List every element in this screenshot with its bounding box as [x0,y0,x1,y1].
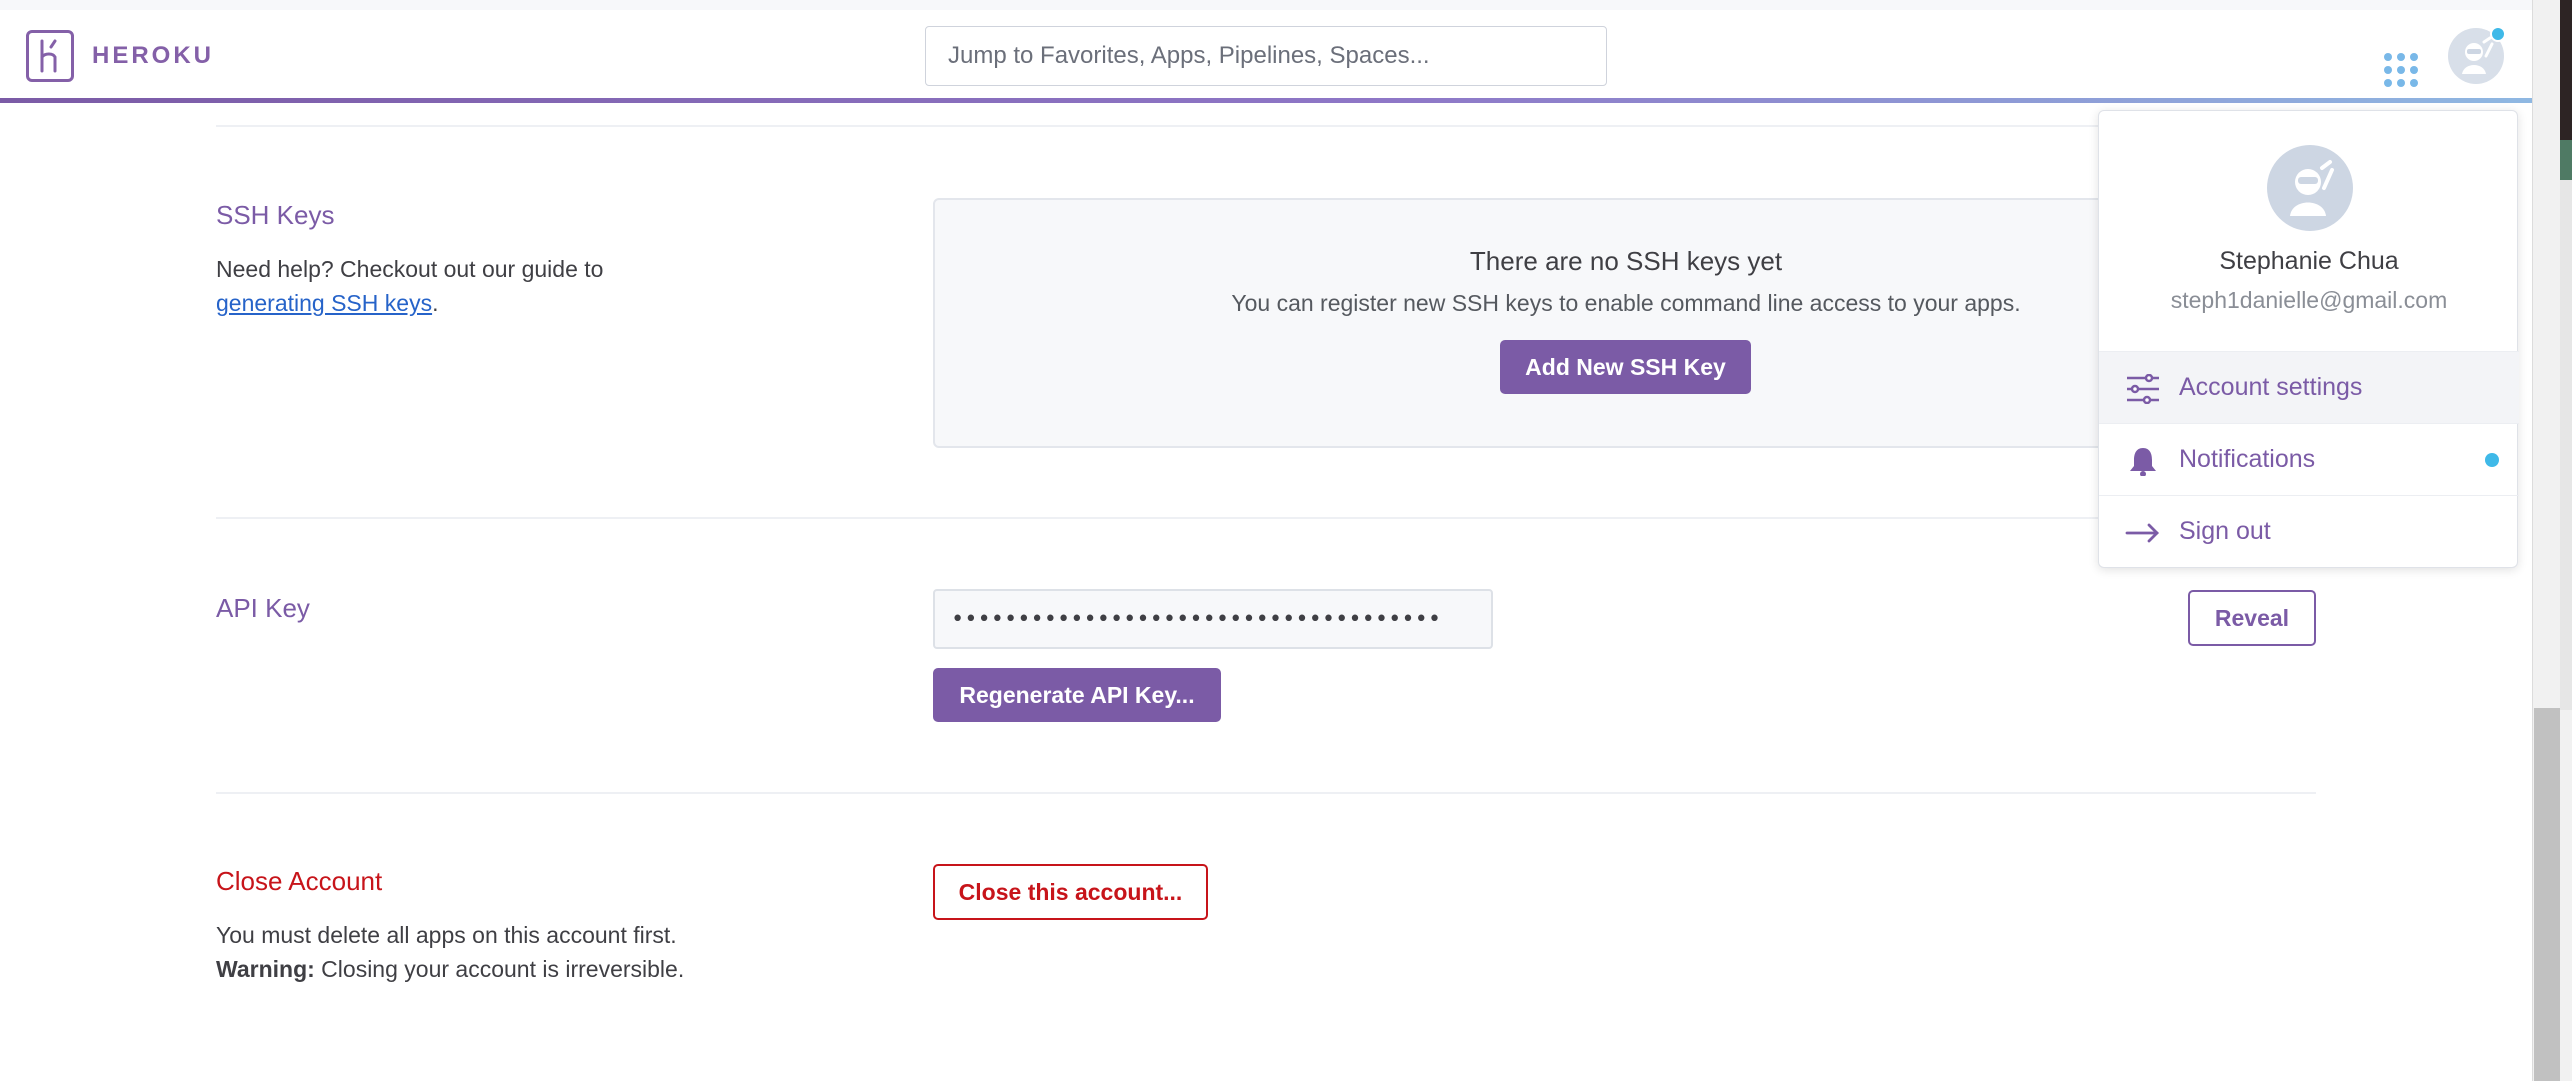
profile-name: Stephanie Chua [2219,247,2399,275]
apps-grid-icon[interactable] [2383,52,2419,88]
add-ssh-key-button[interactable]: Add New SSH Key [1500,340,1751,394]
section-divider [216,125,2316,127]
warning-text: Closing your account is irreversible. [314,956,685,982]
search-input[interactable] [925,26,1607,86]
browser-top-strip [0,0,2532,10]
menu-item-label: Sign out [2179,517,2271,545]
close-account-text: You must delete all apps on this account… [216,918,916,986]
account-dropdown-menu: Stephanie Chua steph1danielle@gmail.com … [2098,110,2519,568]
menu-item-label: Account settings [2179,373,2363,401]
menu-item-sign-out[interactable]: Sign out [2099,495,2519,567]
section-divider [216,792,2316,794]
menu-item-notifications[interactable]: Notifications [2099,423,2519,495]
menu-item-account-settings[interactable]: Account settings [2099,351,2519,423]
header-gradient-bar [0,98,2532,103]
menu-item-label: Notifications [2179,445,2316,473]
warning-label: Warning: [216,956,315,982]
heroku-logo-icon [26,30,74,82]
notification-dot [2485,453,2499,467]
regenerate-api-key-button[interactable]: Regenerate API Key... [933,668,1221,722]
window-edge [2560,0,2572,140]
heroku-wordmark: HEROKU [92,42,215,69]
sliders-icon [2125,373,2161,405]
window-edge [2560,140,2572,180]
section-divider [216,517,2316,519]
profile-avatar [2267,145,2353,231]
scrollbar-thumb[interactable] [2534,708,2560,1081]
ninja-avatar-icon [2462,36,2494,74]
notification-dot [2490,26,2506,42]
bell-icon [2125,446,2161,477]
close-account-title: Close Account [216,866,383,896]
app-header: HEROKU [0,10,2532,100]
page: HEROKU SSH Keys Need help? Checkou [0,0,2532,1081]
profile-email: steph1danielle@gmail.com [2170,287,2448,313]
window-edge [2560,180,2572,710]
ssh-help-period: . [432,290,439,316]
close-account-description: You must delete all apps on this account… [216,922,677,948]
arrow-right-icon [2125,518,2161,548]
ssh-help-text: Need help? Checkout out our guide to [216,256,604,282]
ssh-keys-help: Need help? Checkout out our guide to gen… [216,252,676,320]
generating-ssh-keys-link[interactable]: generating SSH keys [216,290,432,316]
reveal-button[interactable]: Reveal [2188,590,2316,646]
heroku-logo[interactable]: HEROKU [26,30,214,82]
close-account-button[interactable]: Close this account... [933,864,1208,920]
ssh-keys-title: SSH Keys [216,200,335,230]
api-key-field[interactable]: ••••••••••••••••••••••••••••••••••••• [933,589,1493,649]
ninja-avatar-icon [2290,160,2334,216]
api-key-title: API Key [216,593,310,623]
